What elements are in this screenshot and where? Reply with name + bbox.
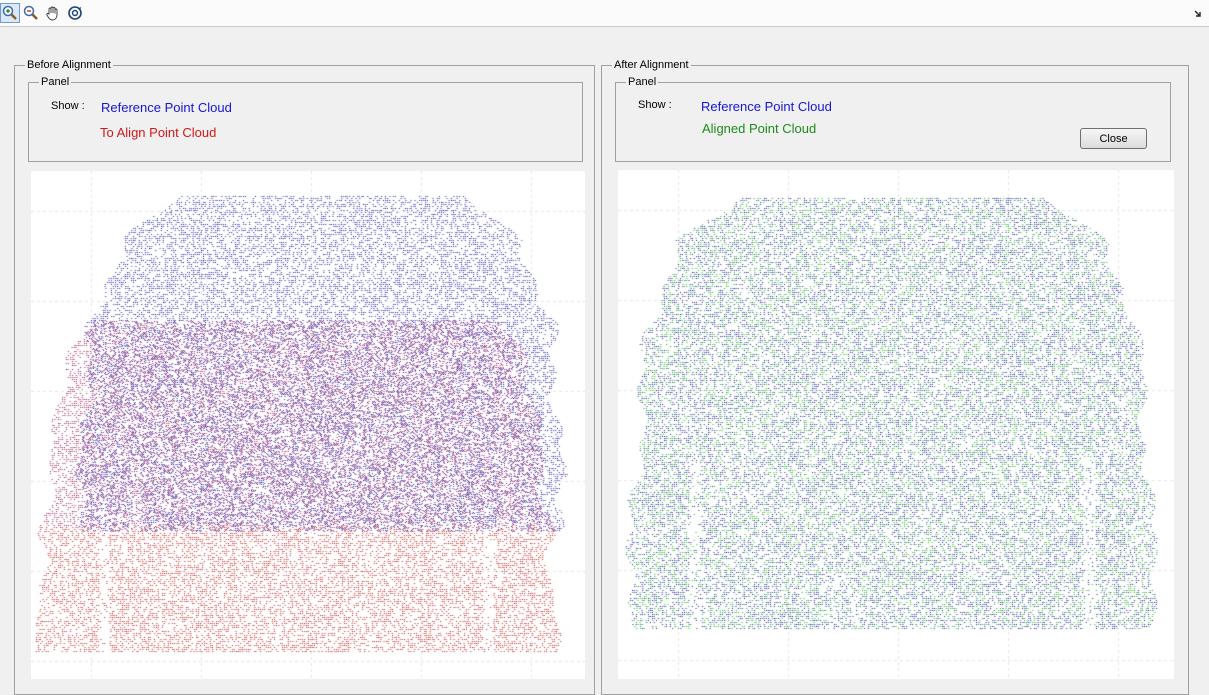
before-alignment-group: Before Alignment Panel Show : Reference … — [14, 59, 595, 695]
rotate-3d-icon[interactable] — [65, 3, 85, 23]
after-legend-aligned[interactable]: Aligned Point Cloud — [702, 121, 816, 136]
zoom-out-icon[interactable] — [21, 3, 41, 23]
before-legend-to-align[interactable]: To Align Point Cloud — [100, 125, 216, 140]
close-button[interactable]: Close — [1080, 128, 1147, 149]
before-alignment-title: Before Alignment — [25, 59, 113, 72]
before-show-label: Show : — [51, 100, 85, 112]
after-panel-title: Panel — [626, 76, 659, 89]
after-alignment-title: After Alignment — [612, 59, 691, 72]
zoom-in-icon[interactable] — [0, 3, 20, 23]
after-alignment-group: After Alignment Panel Show : Reference P… — [601, 59, 1189, 695]
after-show-label: Show : — [638, 99, 672, 111]
after-panel-group: Panel Show : Reference Point Cloud Align… — [615, 76, 1171, 162]
before-point-cloud-canvas[interactable] — [31, 171, 585, 679]
after-point-cloud-plot[interactable] — [618, 170, 1174, 679]
before-point-cloud-plot[interactable] — [31, 171, 585, 679]
toolbar — [0, 0, 1209, 27]
after-legend-reference[interactable]: Reference Point Cloud — [701, 99, 832, 114]
dock-arrow-icon[interactable] — [1193, 9, 1203, 19]
after-point-cloud-canvas[interactable] — [618, 170, 1174, 679]
pan-hand-icon[interactable] — [43, 3, 63, 23]
before-panel-group: Panel Show : Reference Point Cloud To Al… — [28, 76, 583, 162]
before-legend-reference[interactable]: Reference Point Cloud — [101, 100, 232, 115]
before-panel-title: Panel — [39, 76, 72, 89]
